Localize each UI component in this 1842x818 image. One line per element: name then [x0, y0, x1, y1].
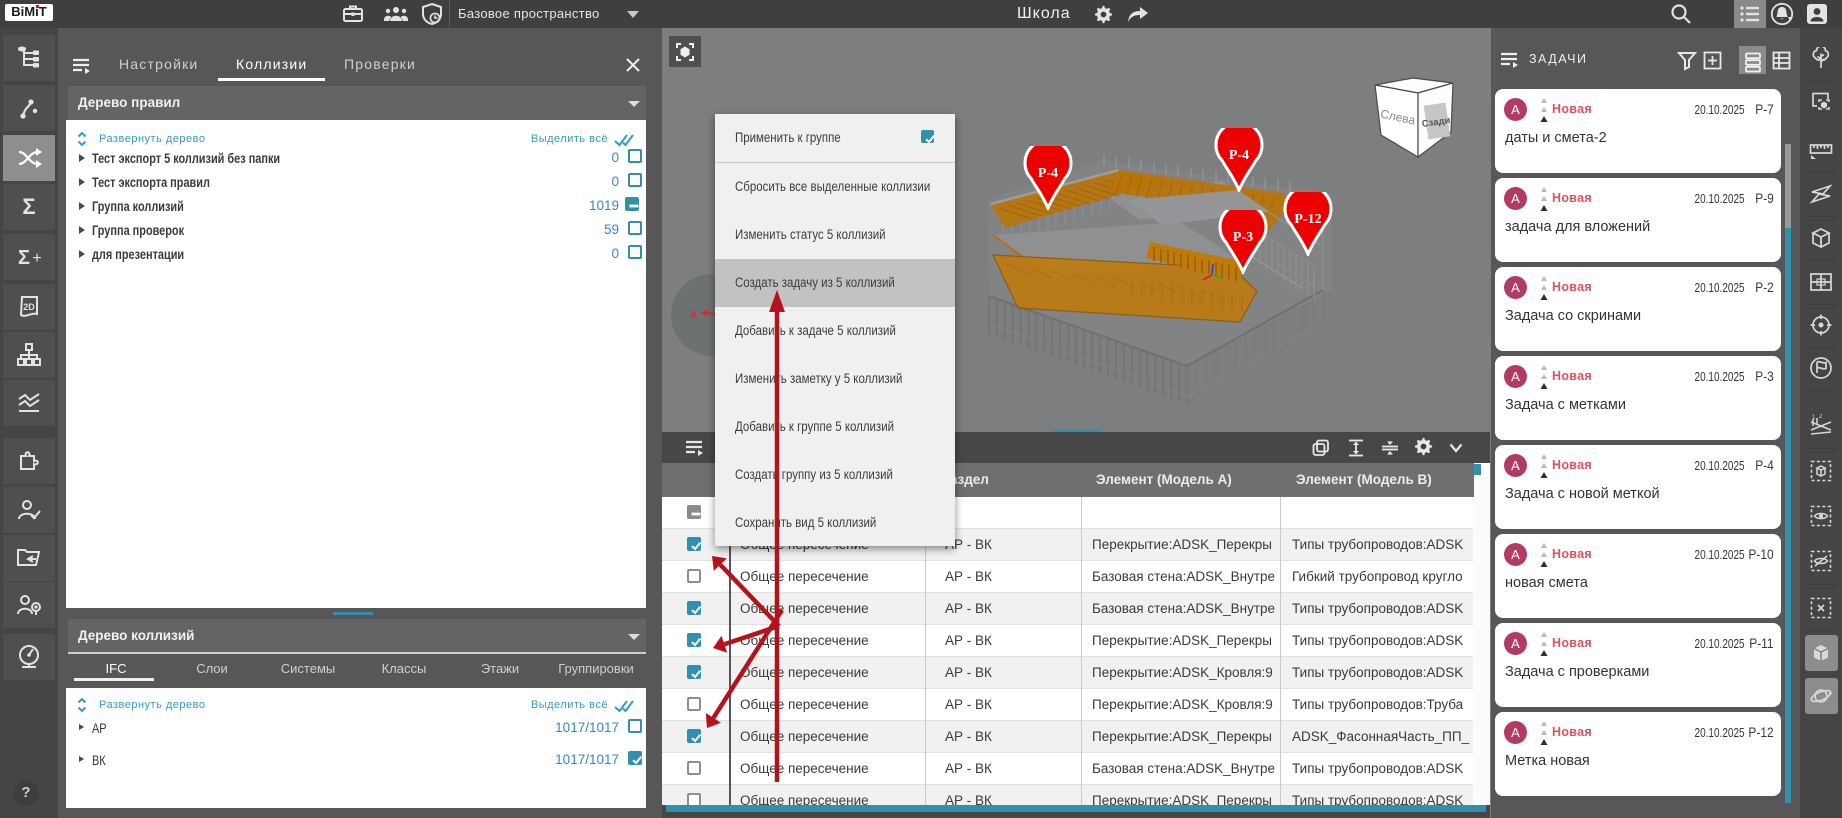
svg-text:+: +: [32, 250, 41, 267]
svg-text:2D: 2D: [23, 302, 35, 312]
svg-text:Σ: Σ: [18, 247, 30, 269]
svg-text:Р-4: Р-4: [1229, 148, 1249, 163]
svg-text:1: 1: [1812, 415, 1816, 421]
svg-text:2: 2: [1819, 414, 1823, 420]
svg-text:Σ: Σ: [22, 194, 35, 219]
svg-text:Р-12: Р-12: [1294, 212, 1321, 227]
svg-text:Р-4: Р-4: [1038, 166, 1058, 181]
svg-text:Р-3: Р-3: [1233, 230, 1253, 245]
